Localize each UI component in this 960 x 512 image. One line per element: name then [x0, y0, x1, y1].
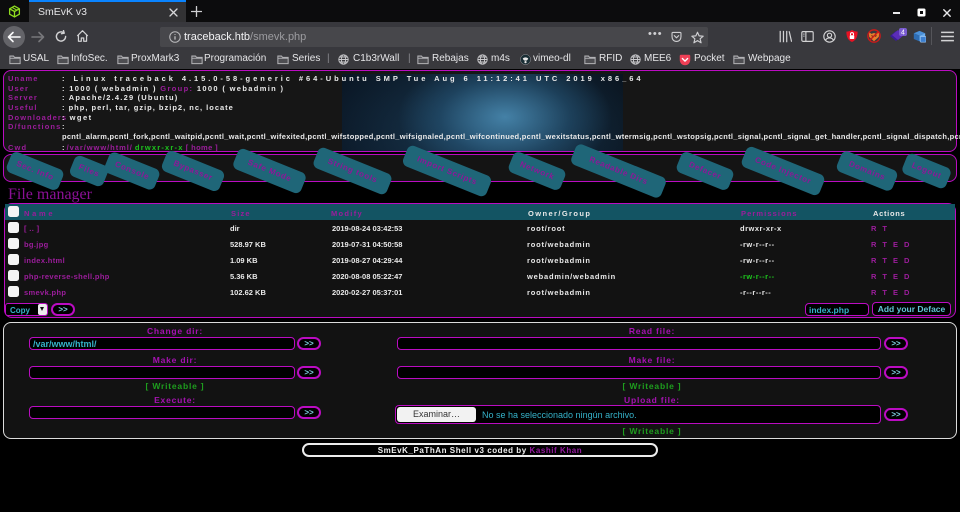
- svg-text:4: 4: [901, 30, 905, 37]
